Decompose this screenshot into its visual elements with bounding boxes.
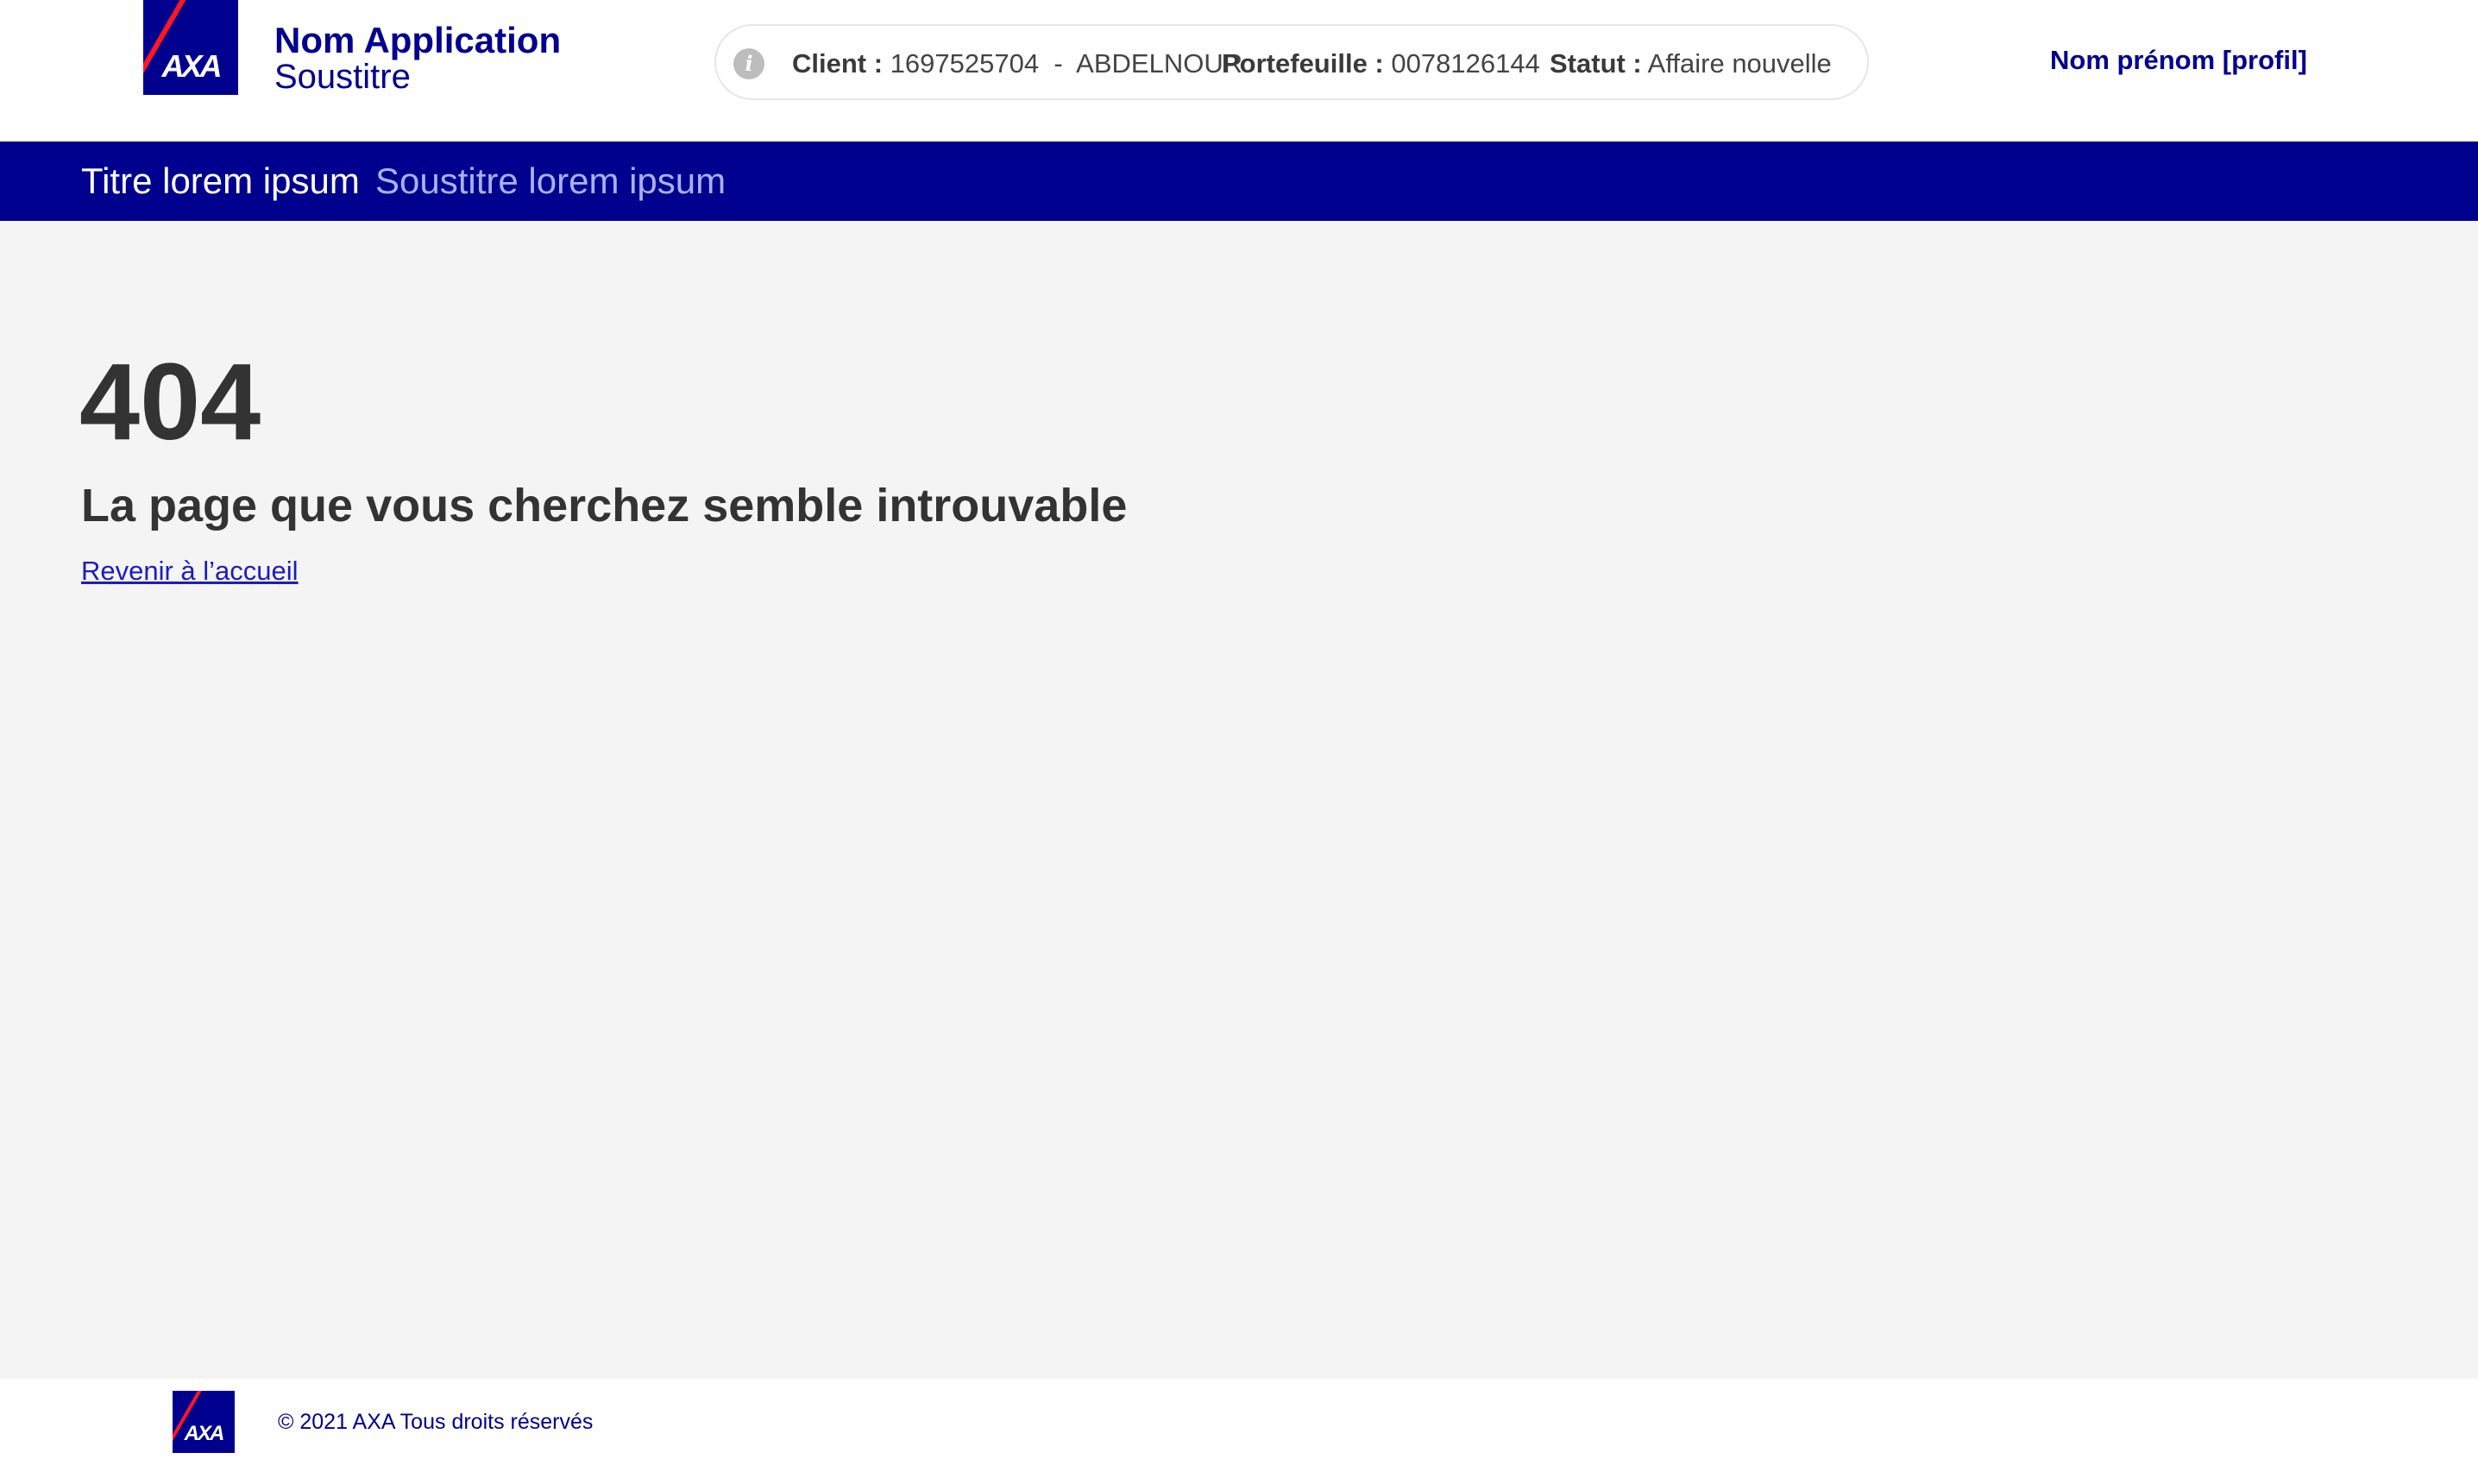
error-message: La page que vous cherchez semble introuv… — [81, 480, 1128, 531]
client-value: 1697525704 - ABDELNOUR — [890, 48, 1243, 79]
page-subtitle: Soustitre lorem ipsum — [375, 160, 726, 201]
portfolio-value: 0078126144 — [1391, 48, 1540, 79]
logo-text: AXA — [161, 48, 222, 84]
status-info: Statut : Affaire nouvelle — [1550, 45, 1832, 83]
app-footer: AXA © 2021 AXA Tous droits réservés — [0, 1379, 2478, 1484]
context-summary: i Client : 1697525704 - ABDELNOUR Portef… — [714, 24, 1869, 100]
footer-axa-logo: AXA — [173, 1391, 235, 1453]
page: AXA Nom Application Soustitre i Client :… — [0, 0, 2478, 1484]
status-label: Statut : — [1550, 48, 1642, 79]
app-name: Nom Application — [274, 20, 562, 60]
axa-logo[interactable]: AXA — [143, 0, 238, 95]
error-code: 404 — [79, 341, 261, 462]
portfolio-info: Portefeuille : 0078126144 — [1222, 45, 1540, 83]
portfolio-label: Portefeuille : — [1222, 48, 1384, 79]
status-value: Affaire nouvelle — [1647, 48, 1832, 79]
info-icon[interactable]: i — [733, 48, 764, 79]
copyright: © 2021 AXA Tous droits réservés — [278, 1410, 594, 1434]
back-home-link[interactable]: Revenir à l’accueil — [81, 552, 299, 590]
client-info: Client : 1697525704 - ABDELNOUR — [792, 45, 1242, 83]
client-label: Client : — [792, 48, 884, 79]
profile-link[interactable]: Nom prénom [profil] — [2050, 41, 2307, 79]
page-title: Titre lorem ipsum — [81, 160, 360, 201]
app-subtitle: Soustitre — [274, 58, 411, 96]
logo-text: AXA — [184, 1422, 225, 1445]
app-header: AXA Nom Application Soustitre i Client :… — [0, 0, 2478, 141]
page-title-band: Titre lorem ipsum Soustitre lorem ipsum — [0, 141, 2478, 221]
